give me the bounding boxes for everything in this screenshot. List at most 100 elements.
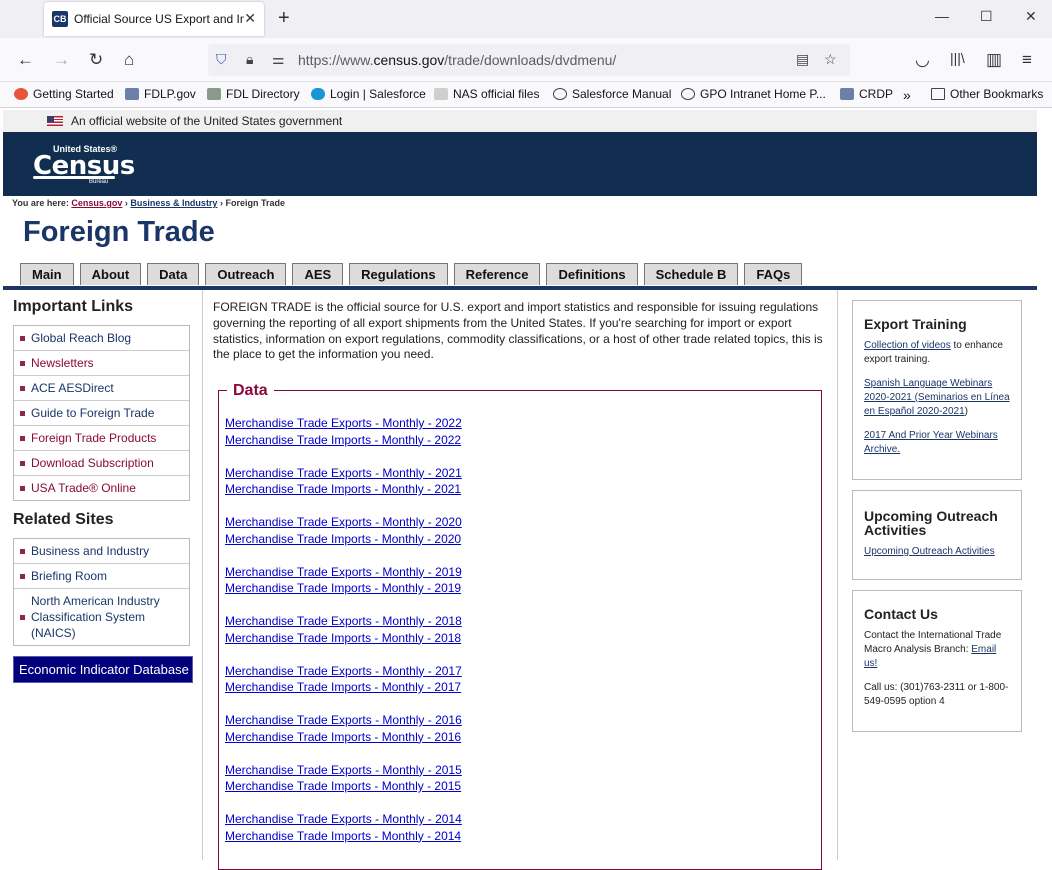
exports-2021-link[interactable]: Merchandise Trade Exports - Monthly - 20… bbox=[225, 465, 462, 482]
new-tab-icon[interactable]: + bbox=[278, 7, 290, 30]
close-tab-icon[interactable]: ✕ bbox=[244, 10, 256, 27]
link-download-subscription[interactable]: Download Subscription bbox=[14, 451, 189, 476]
tab-definitions[interactable]: Definitions bbox=[546, 263, 638, 285]
export-training-box: Export Training Collection of videos to … bbox=[852, 300, 1022, 480]
exports-2018-link[interactable]: Merchandise Trade Exports - Monthly - 20… bbox=[225, 613, 462, 630]
fdlp-icon bbox=[125, 88, 139, 100]
imports-2019-link[interactable]: Merchandise Trade Imports - Monthly - 20… bbox=[225, 580, 462, 597]
tab-faqs[interactable]: FAQs bbox=[744, 263, 803, 285]
bookmarks-toolbar: Getting Started FDLP.gov FDL Directory L… bbox=[0, 82, 1052, 108]
bookmark-item[interactable]: Getting Started bbox=[14, 87, 114, 101]
bookmark-item[interactable]: FDL Directory bbox=[207, 87, 300, 101]
nav-divider bbox=[3, 286, 1037, 290]
link-guide-foreign-trade[interactable]: Guide to Foreign Trade bbox=[14, 401, 189, 426]
tab-main[interactable]: Main bbox=[20, 263, 74, 285]
menu-icon[interactable]: ≡ bbox=[1022, 50, 1032, 70]
window-close-icon[interactable]: ✕ bbox=[1025, 8, 1037, 25]
imports-2015-link[interactable]: Merchandise Trade Imports - Monthly - 20… bbox=[225, 778, 462, 795]
bookmark-item[interactable]: NAS official files bbox=[434, 87, 539, 101]
tab-aes[interactable]: AES bbox=[292, 263, 344, 285]
permissions-icon[interactable]: ⚌ bbox=[272, 51, 285, 68]
breadcrumb-census-link[interactable]: Census.gov bbox=[71, 198, 122, 208]
link-newsletters[interactable]: Newsletters bbox=[14, 351, 189, 376]
link-global-reach-blog[interactable]: Global Reach Blog bbox=[14, 326, 189, 351]
exports-2022-link[interactable]: Merchandise Trade Exports - Monthly - 20… bbox=[225, 415, 462, 432]
tab-schedule-b[interactable]: Schedule B bbox=[643, 263, 739, 285]
url-bar[interactable]: ⛉ 🔒︎ ⚌ https://www.census.gov/trade/down… bbox=[208, 44, 850, 76]
related-sites-heading: Related Sites bbox=[13, 511, 114, 528]
link-usa-trade-online[interactable]: USA Trade® Online bbox=[14, 476, 189, 500]
exports-2016-link[interactable]: Merchandise Trade Exports - Monthly - 20… bbox=[225, 712, 462, 729]
bookmark-item[interactable]: Login | Salesforce bbox=[311, 87, 426, 101]
tab-about[interactable]: About bbox=[79, 263, 142, 285]
column-divider bbox=[837, 290, 838, 860]
bookmark-item[interactable]: GPO Intranet Home P... bbox=[681, 87, 826, 101]
outreach-link[interactable]: Upcoming Outreach Activities bbox=[864, 546, 995, 557]
link-briefing-room[interactable]: Briefing Room bbox=[14, 564, 189, 589]
breadcrumb-current: Foreign Trade bbox=[225, 198, 285, 208]
reader-view-icon[interactable]: ▤ bbox=[796, 51, 809, 68]
lock-icon[interactable]: 🔒︎ bbox=[246, 51, 253, 68]
data-links: Merchandise Trade Exports - Monthly - 20… bbox=[225, 415, 462, 861]
economic-indicator-button[interactable]: Economic Indicator Database bbox=[13, 656, 193, 683]
browser-tab[interactable]: CB Official Source US Export and Im ✕ bbox=[44, 2, 264, 36]
other-bookmarks[interactable]: Other Bookmarks bbox=[931, 87, 1043, 101]
exports-2017-link[interactable]: Merchandise Trade Exports - Monthly - 20… bbox=[225, 663, 462, 680]
export-training-heading: Export Training bbox=[864, 316, 967, 332]
imports-2016-link[interactable]: Merchandise Trade Imports - Monthly - 20… bbox=[225, 729, 462, 746]
exports-2020-link[interactable]: Merchandise Trade Exports - Monthly - 20… bbox=[225, 514, 462, 531]
tab-regulations[interactable]: Regulations bbox=[349, 263, 448, 285]
bookmark-item[interactable]: FDLP.gov bbox=[125, 87, 196, 101]
bookmark-item[interactable]: Salesforce Manual bbox=[553, 87, 671, 101]
folder-icon bbox=[931, 88, 945, 100]
gpo-icon bbox=[207, 88, 221, 100]
reload-icon[interactable]: ↻ bbox=[89, 50, 103, 70]
url-text: https://www.census.gov/trade/downloads/d… bbox=[298, 52, 617, 68]
link-foreign-trade-products[interactable]: Foreign Trade Products bbox=[14, 426, 189, 451]
maximize-icon[interactable]: ☐ bbox=[980, 8, 993, 25]
exports-2015-link[interactable]: Merchandise Trade Exports - Monthly - 20… bbox=[225, 762, 462, 779]
minimize-icon[interactable]: — bbox=[935, 8, 949, 24]
imports-2014-link[interactable]: Merchandise Trade Imports - Monthly - 20… bbox=[225, 828, 462, 845]
sidebar-icon[interactable]: ▥ bbox=[986, 50, 1002, 70]
contact-box: Contact Us Contact the International Tra… bbox=[852, 590, 1022, 732]
contact-phone: Call us: (301)763-2311 or 1-800-549-0595… bbox=[864, 682, 1009, 707]
webinars-archive-link[interactable]: 2017 And Prior Year Webinars Archive. bbox=[864, 430, 998, 455]
census-logo[interactable]: United States® Census Bureau bbox=[33, 144, 135, 185]
tab-outreach[interactable]: Outreach bbox=[205, 263, 287, 285]
pocket-icon[interactable]: ◡ bbox=[915, 50, 930, 70]
bookmark-item[interactable]: CRDP bbox=[840, 87, 893, 101]
tab-reference[interactable]: Reference bbox=[453, 263, 541, 285]
tab-title: Official Source US Export and Im bbox=[74, 12, 244, 26]
home-icon[interactable]: ⌂ bbox=[124, 50, 134, 70]
library-icon[interactable]: |||\ bbox=[950, 50, 965, 66]
exports-2019-link[interactable]: Merchandise Trade Exports - Monthly - 20… bbox=[225, 564, 462, 581]
outreach-box: Upcoming Outreach Activities Upcoming Ou… bbox=[852, 490, 1022, 580]
breadcrumb-business-link[interactable]: Business & Industry bbox=[130, 198, 217, 208]
imports-2022-link[interactable]: Merchandise Trade Imports - Monthly - 20… bbox=[225, 432, 462, 449]
exports-2014-link[interactable]: Merchandise Trade Exports - Monthly - 20… bbox=[225, 811, 462, 828]
related-sites-list: Business and Industry Briefing Room Nort… bbox=[13, 538, 190, 646]
imports-2020-link[interactable]: Merchandise Trade Imports - Monthly - 20… bbox=[225, 531, 462, 548]
important-links-heading: Important Links bbox=[13, 298, 134, 315]
imports-2018-link[interactable]: Merchandise Trade Imports - Monthly - 20… bbox=[225, 630, 462, 647]
column-divider bbox=[202, 290, 203, 860]
more-bookmarks-icon[interactable]: » bbox=[903, 87, 911, 103]
shield-icon[interactable]: ⛉ bbox=[216, 51, 227, 68]
forward-icon[interactable]: → bbox=[53, 50, 70, 70]
imports-2017-link[interactable]: Merchandise Trade Imports - Monthly - 20… bbox=[225, 679, 462, 696]
link-naics[interactable]: North American Industry Classification S… bbox=[14, 589, 189, 645]
link-ace-aesdirect[interactable]: ACE AESDirect bbox=[14, 376, 189, 401]
bookmark-star-icon[interactable]: ☆ bbox=[824, 51, 837, 68]
us-flag-icon bbox=[47, 116, 63, 126]
imports-2021-link[interactable]: Merchandise Trade Imports - Monthly - 20… bbox=[225, 481, 462, 498]
site-header: United States® Census Bureau bbox=[3, 132, 1037, 196]
videos-link[interactable]: Collection of videos bbox=[864, 340, 951, 351]
spanish-webinars-link[interactable]: Spanish Language Webinars 2020-2021 (Sem… bbox=[864, 378, 1010, 417]
outreach-heading: Upcoming Outreach Activities bbox=[864, 508, 998, 538]
important-links-list: Global Reach Blog Newsletters ACE AESDir… bbox=[13, 325, 190, 501]
tab-data[interactable]: Data bbox=[147, 263, 200, 285]
browser-navbar: ← → ↻ ⌂ ⛉ 🔒︎ ⚌ https://www.census.gov/tr… bbox=[0, 38, 1052, 82]
link-business-industry[interactable]: Business and Industry bbox=[14, 539, 189, 564]
back-icon[interactable]: ← bbox=[17, 50, 34, 70]
